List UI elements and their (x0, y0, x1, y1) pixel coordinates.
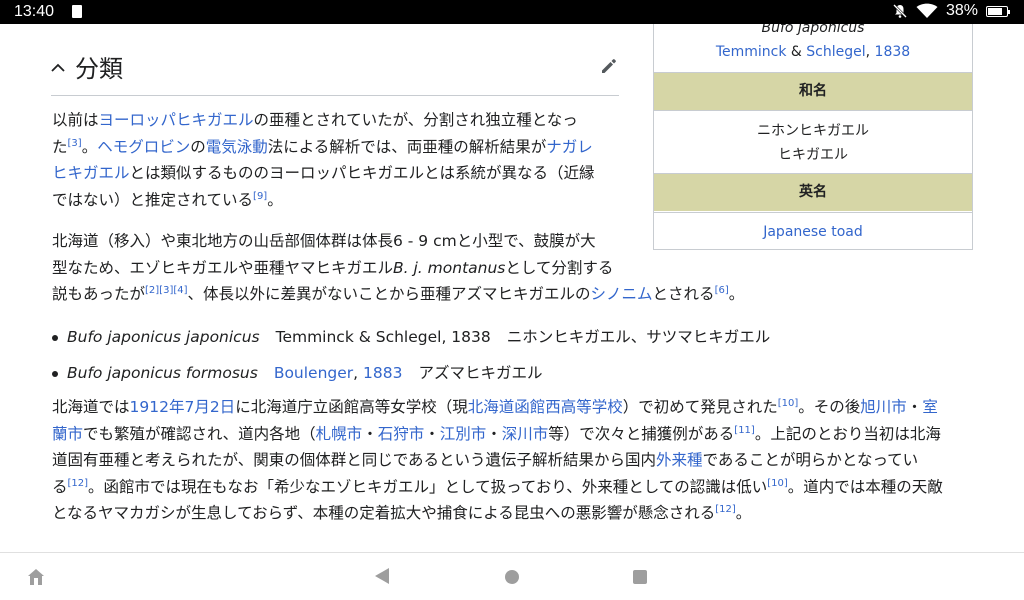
citation[interactable]: [10] (767, 477, 788, 488)
battery-charging-icon (986, 5, 1010, 17)
link-ebetsu[interactable]: 江別市 (440, 425, 487, 443)
link-european-toad[interactable]: ヨーロッパヒキガエル (99, 111, 254, 129)
link-ishikari[interactable]: 石狩市 (378, 425, 425, 443)
edit-pencil-icon[interactable] (599, 56, 619, 81)
citation[interactable]: [12] (68, 477, 89, 488)
link-muroran-2[interactable]: 蘭市 (52, 425, 83, 443)
chevron-up-icon[interactable] (51, 58, 65, 77)
battery-percent: 38% (945, 2, 978, 19)
link-japanese-toad[interactable]: Japanese toad (763, 224, 863, 240)
paragraph-1: 以前はヨーロッパヒキガエルの亜種とされていたが、分割され独立種となっ た[3]。… (52, 111, 595, 209)
link-muroran-1[interactable]: 室 (922, 398, 938, 416)
infobox-species: Bufo japonicus (761, 24, 865, 36)
link-school[interactable]: 北海道函館西高等学校 (468, 398, 623, 416)
home-icon[interactable] (26, 567, 46, 587)
link-hemoglobin[interactable]: ヘモグロビン (97, 138, 190, 156)
list-item: Bufo japonicus japonicus Temminck & Schle… (52, 322, 952, 358)
citation[interactable]: [2][3][4] (145, 285, 188, 296)
link-synonym[interactable]: シノニム (591, 285, 653, 303)
link-sapporo[interactable]: 札幌市 (316, 425, 363, 443)
infobox-wamei: ニホンヒキガエル ヒキガエル (654, 110, 972, 172)
link-schlegel[interactable]: Schlegel (806, 44, 865, 60)
navigation-bar (0, 552, 1024, 600)
section-title: 分類 (75, 55, 123, 83)
link-fukagawa[interactable]: 深川市 (502, 425, 549, 443)
citation[interactable]: [9] (253, 190, 267, 201)
infobox-eimei: Japanese toad (654, 212, 972, 250)
citation[interactable]: [11] (734, 424, 755, 435)
link-nagare-2[interactable]: ヒキガエル (52, 164, 130, 182)
citation[interactable]: [6] (715, 285, 729, 296)
status-time: 13:40 (14, 3, 55, 20)
subspecies-list: Bufo japonicus japonicus Temminck & Schle… (52, 322, 952, 394)
link-invasive-species[interactable]: 外来種 (656, 451, 703, 469)
link-1838[interactable]: 1838 (875, 44, 911, 60)
infobox-header-wamei: 和名 (654, 72, 972, 110)
status-icons: 38% (892, 2, 1010, 20)
citation[interactable]: [3] (68, 137, 82, 148)
sd-card-icon (72, 5, 82, 18)
status-bar: 13:40 38% (0, 0, 1024, 24)
article-content: 分類 以前はヨーロッパヒキガエルの亜種とされていたが、分割され独立種となっ た[… (0, 24, 1024, 552)
link-temminck[interactable]: Temminck (716, 44, 787, 60)
wifi-icon (916, 3, 938, 18)
citation[interactable]: [12] (715, 504, 736, 515)
link-1883[interactable]: 1883 (363, 364, 402, 382)
infobox-authority: Temminck & Schlegel, 1838 (715, 44, 911, 60)
back-button[interactable] (375, 568, 389, 584)
citation[interactable]: [10] (778, 398, 799, 409)
recents-button[interactable] (633, 570, 647, 584)
section-header-classification[interactable]: 分類 (51, 46, 619, 96)
home-button[interactable] (505, 570, 519, 584)
link-nagare-1[interactable]: ナガレ (546, 138, 593, 156)
list-item: Bufo japonicus formosus Boulenger, 1883 アズ… (52, 358, 952, 394)
infobox: Bufo japonicus Temminck & Schlegel, 1838… (653, 24, 973, 250)
link-electrophoresis[interactable]: 電気泳動 (206, 138, 268, 156)
wamei-1: ニホンヒキガエル (757, 123, 869, 139)
infobox-header-eimei: 英名 (654, 173, 972, 211)
link-date[interactable]: 1912年7月2日 (130, 398, 236, 416)
link-asahikawa[interactable]: 旭川市 (860, 398, 907, 416)
wamei-2: ヒキガエル (778, 147, 848, 163)
link-boulenger[interactable]: Boulenger (274, 364, 353, 382)
silent-bell-icon (893, 4, 907, 18)
paragraph-3: 北海道では1912年7月2日に北海道庁立函館高等女学校（現北海道函館西高等学校）… (52, 397, 943, 522)
